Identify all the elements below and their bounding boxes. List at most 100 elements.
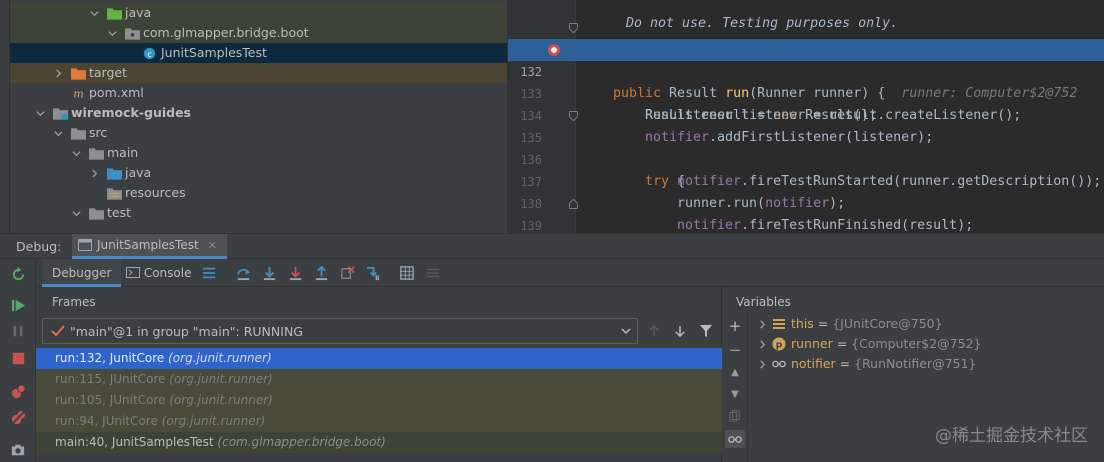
mute-breakpoints-icon[interactable] (9, 408, 27, 426)
folder-icon (88, 143, 104, 163)
code-line-136[interactable]: 136 notifier.fireTestRunStarted(runner.g… (508, 127, 1104, 189)
variable-row-notifier[interactable]: notifier = {RunNotifier@751} (748, 354, 1104, 374)
tree-item-src[interactable]: src (10, 123, 507, 143)
fold-marker-icon[interactable] (569, 23, 578, 33)
step-into-icon[interactable] (260, 264, 278, 282)
tree-item-java[interactable]: java (10, 3, 507, 23)
code-line-131[interactable]: 131 public Result run(Runner runner) { r… (508, 17, 1104, 101)
previous-thread-icon[interactable] (646, 323, 662, 339)
variable-row-runner[interactable]: p runner = {Computer$2@752} (748, 334, 1104, 354)
add-watch-icon[interactable]: + (727, 317, 743, 335)
chevron-down-icon[interactable] (70, 203, 82, 223)
view-breakpoints-icon[interactable] (9, 382, 27, 400)
frame-method: run:115, JUnitCore (55, 372, 166, 386)
tree-item-main-java[interactable]: java (10, 163, 507, 183)
frames-panel: Frames "main"@1 in group "main": RUNNING… (36, 287, 722, 462)
tree-item-package[interactable]: com.glmapper.bridge.boot (10, 23, 507, 43)
watches-glasses-icon[interactable] (725, 430, 745, 448)
tree-item-main[interactable]: main (10, 143, 507, 163)
evaluate-expression-icon[interactable] (398, 264, 416, 282)
trace-stream-icon[interactable] (424, 264, 442, 282)
tab-debugger[interactable]: Debugger (42, 259, 122, 287)
chevron-right-icon[interactable] (52, 63, 64, 83)
pause-icon[interactable] (9, 322, 27, 340)
module-folder-icon (52, 103, 68, 123)
tree-item-label: com.glmapper.bridge.boot (143, 25, 309, 40)
variables-toolbar: + − ▲ ▼ (722, 312, 748, 462)
tab-console[interactable]: Console (118, 259, 201, 287)
force-step-into-icon[interactable] (286, 264, 304, 282)
debug-session-tab[interactable]: JunitSamplesTest ✕ (72, 234, 227, 259)
fold-marker-icon[interactable] (569, 111, 578, 121)
project-tool-window: java com.glmapper.bridge.boot c JunitSam… (0, 0, 507, 233)
frame-package: (org.junit.runner) (168, 351, 272, 365)
code-line-132-current[interactable]: 132 Result result = new Result(); (508, 39, 1104, 123)
chevron-right-icon[interactable] (756, 314, 768, 334)
breakpoint-icon[interactable] (548, 44, 560, 56)
fold-marker-icon[interactable] (569, 199, 578, 209)
code-line-139[interactable]: 139 } finally { (508, 193, 1104, 233)
frame-row[interactable]: run:115, JUnitCore (org.junit.runner) (36, 369, 722, 390)
code-line-134[interactable]: 134 notifier.addFirstListener(listener); (508, 83, 1104, 145)
tree-item-test[interactable]: test (10, 203, 507, 223)
code-line-140[interactable]: 140 removeListener(listener); (508, 215, 1104, 233)
chevron-down-icon[interactable] (70, 143, 82, 163)
tree-item-label: JunitSamplesTest (161, 45, 267, 60)
frame-row[interactable]: run:105, JUnitCore (org.junit.runner) (36, 390, 722, 411)
chevron-down-icon[interactable] (106, 23, 118, 43)
frame-method: run:132, JunitCore (55, 351, 165, 365)
tree-item-target[interactable]: target (10, 63, 507, 83)
svg-text:m: m (73, 87, 84, 100)
drop-frame-icon[interactable] (338, 264, 356, 282)
frame-row[interactable]: run:132, JunitCore (org.junit.runner) (36, 348, 722, 369)
variable-name: runner = {Computer$2@752} (791, 336, 982, 351)
move-down-icon[interactable]: ▼ (727, 386, 743, 402)
chevron-right-icon[interactable] (756, 354, 768, 374)
variable-name: this = {JUnitCore@750} (791, 316, 943, 331)
tree-item-pom[interactable]: m pom.xml (10, 83, 507, 103)
debug-header: Debug: JunitSamplesTest ✕ (0, 234, 1104, 259)
tree-item-junitsamplestest[interactable]: c JunitSamplesTest (10, 43, 507, 63)
frame-package: (org.junit.runner) (161, 414, 266, 428)
remove-watch-icon[interactable]: − (727, 341, 743, 359)
next-thread-icon[interactable] (672, 323, 688, 339)
menu-lines-icon[interactable] (200, 264, 218, 282)
camera-icon[interactable] (9, 441, 27, 459)
code-editor[interactable]: Do not use. Testing purposes only. 131 p… (507, 0, 1104, 233)
frame-method: main:40, JunitSamplesTest (55, 435, 214, 449)
watermark: @稀土掘金技术社区 (935, 426, 1088, 446)
code-line-138[interactable]: 138 notifier.fireTestRunFinished(result)… (508, 171, 1104, 233)
stop-icon[interactable] (9, 349, 27, 367)
thread-select-value: "main"@1 in group "main": RUNNING (70, 324, 303, 339)
tab-console-label: Console (143, 266, 192, 280)
frame-row[interactable]: run:94, JUnitCore (org.junit.runner) (36, 411, 722, 432)
chevron-down-icon[interactable] (34, 103, 46, 123)
chevron-down-icon[interactable] (88, 3, 100, 23)
tree-item-label: java (125, 5, 152, 20)
chevron-down-icon[interactable] (52, 123, 64, 143)
thread-select[interactable]: "main"@1 in group "main": RUNNING (42, 318, 638, 344)
code-line-133[interactable]: 133 RunListener listener = result.create… (508, 61, 1104, 123)
code-line[interactable]: Do not use. Testing purposes only. (508, 0, 1104, 31)
resume-icon[interactable] (9, 296, 27, 314)
frame-row[interactable]: main:40, JunitSamplesTest (com.glmapper.… (36, 432, 722, 453)
move-up-icon[interactable]: ▲ (727, 364, 743, 380)
console-icon (126, 267, 140, 278)
variable-row-this[interactable]: this = {JUnitCore@750} (748, 314, 1104, 334)
code-line-135[interactable]: 135 try { (508, 105, 1104, 189)
copy-icon[interactable] (727, 408, 743, 424)
chevron-right-icon[interactable] (756, 334, 768, 354)
step-out-icon[interactable] (312, 264, 330, 282)
chevron-right-icon[interactable] (88, 163, 100, 183)
run-to-cursor-icon[interactable] (364, 264, 382, 282)
code-line-137[interactable]: 137 runner.run(notifier); (508, 149, 1104, 211)
tree-item-resources[interactable]: resources (10, 183, 507, 203)
project-side-strip (0, 0, 10, 233)
filter-icon[interactable] (698, 323, 714, 339)
step-over-icon[interactable] (234, 264, 252, 282)
tree-item-wiremock-guides[interactable]: wiremock-guides (10, 103, 507, 123)
tree-item-label: test (107, 205, 132, 220)
debug-session-label: JunitSamplesTest (97, 238, 199, 252)
close-icon[interactable]: ✕ (208, 239, 217, 252)
rerun-icon[interactable] (9, 265, 27, 283)
